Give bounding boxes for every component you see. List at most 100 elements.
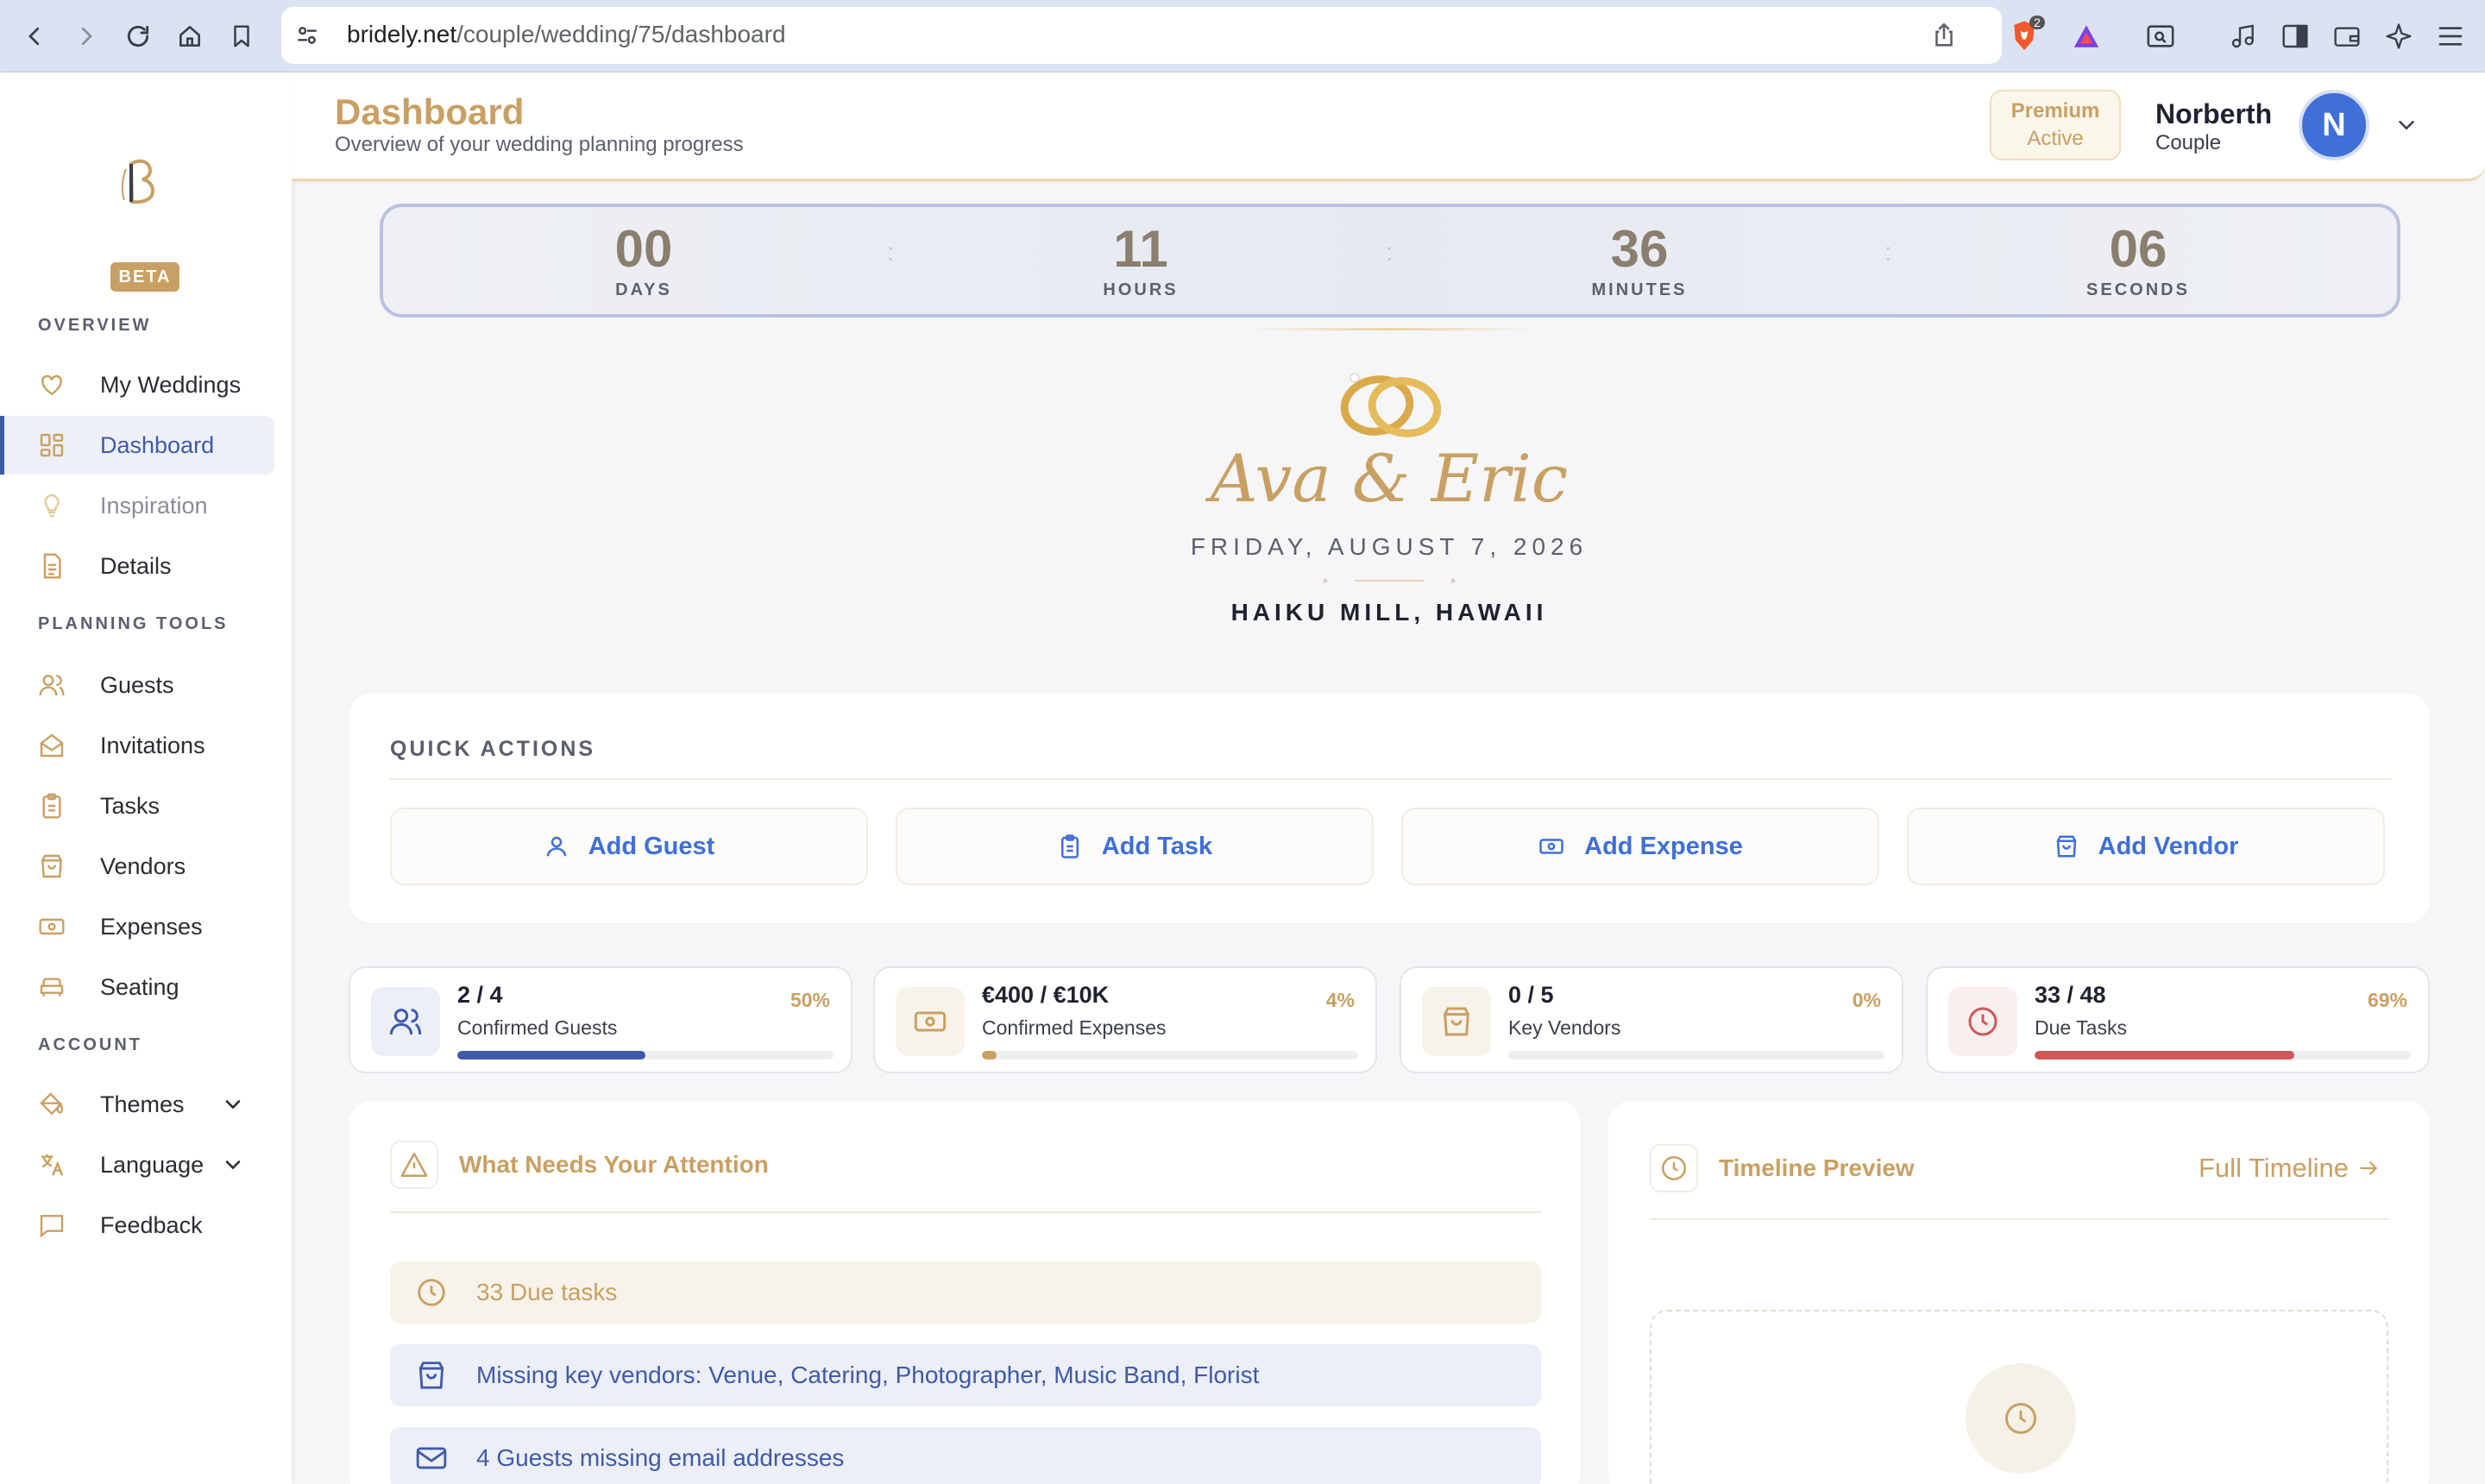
- sidebar-item-label: Feedback: [100, 1211, 203, 1238]
- wedding-venue: HAIKU MILL, HAWAII: [1230, 599, 1548, 626]
- attention-card: What Needs Your Attention 33 Due tasks M…: [349, 1101, 1581, 1484]
- bookmark-icon[interactable]: [223, 17, 261, 55]
- home-icon[interactable]: [171, 17, 209, 55]
- url-host: bridely.net: [347, 21, 457, 47]
- user-role: Couple: [2155, 131, 2222, 154]
- user-icon: [546, 836, 566, 857]
- music-icon[interactable]: [2224, 17, 2262, 55]
- add-expense-button[interactable]: Add Expense: [1401, 808, 1879, 885]
- add-task-button[interactable]: Add Task: [896, 808, 1374, 885]
- divider: [390, 1211, 1541, 1213]
- share-icon[interactable]: [1929, 21, 1959, 50]
- stat-percent: 4%: [1325, 989, 1355, 1011]
- sidebar-item-expenses[interactable]: Expenses: [0, 897, 274, 956]
- brave-rewards-icon[interactable]: [2067, 17, 2105, 55]
- chevron-down-icon[interactable]: [221, 1153, 245, 1177]
- countdown-separator: :: [1884, 238, 1892, 267]
- sidebar-toggle-icon[interactable]: [2276, 17, 2314, 55]
- attention-title: What Needs Your Attention: [459, 1151, 769, 1178]
- reader-icon[interactable]: [2142, 17, 2180, 55]
- stat-card-vendors[interactable]: 0 / 5 Key Vendors 0%: [1400, 966, 1903, 1073]
- avatar[interactable]: N: [2299, 90, 2369, 160]
- timeline-title: Timeline Preview: [1719, 1154, 1915, 1181]
- progress-fill: [2035, 1051, 2294, 1060]
- premium-label: Premium: [2010, 99, 2100, 123]
- sidebar-item-vendors[interactable]: Vendors: [0, 837, 274, 896]
- heart-icon: [36, 369, 67, 400]
- url-text[interactable]: bridely.net/couple/wedding/75/dashboard: [347, 21, 786, 48]
- stat-value: 0 / 5: [1508, 982, 1554, 1008]
- timeline-empty-state: [1650, 1310, 2388, 1484]
- brave-shields-icon[interactable]: 2: [2005, 16, 2045, 55]
- alert-missing-emails[interactable]: 4 Guests missing email addresses: [390, 1427, 1541, 1484]
- sidebar-item-my-weddings[interactable]: My Weddings: [0, 355, 274, 414]
- sidebar-item-label: Seating: [100, 973, 179, 1000]
- sidebar-item-label: Details: [100, 552, 172, 579]
- countdown-seconds: 06 SECONDS: [2009, 219, 2268, 300]
- shopping-bag-icon: [414, 1358, 449, 1393]
- sidebar-item-language[interactable]: Language: [0, 1135, 274, 1194]
- sidebar-item-label: Tasks: [100, 792, 160, 819]
- stat-card-tasks[interactable]: 33 / 48 Due Tasks 69%: [1926, 966, 2430, 1073]
- sidebar-item-details[interactable]: Details: [0, 537, 274, 595]
- alert-missing-vendors[interactable]: Missing key vendors: Venue, Catering, Ph…: [390, 1344, 1541, 1406]
- clipboard-icon: [1060, 834, 1079, 858]
- premium-status-badge[interactable]: Premium Active: [1990, 90, 2121, 160]
- menu-icon[interactable]: [2432, 17, 2469, 55]
- sidebar-item-dashboard[interactable]: Dashboard: [0, 416, 274, 475]
- countdown-minutes-value: 36: [1610, 220, 1669, 278]
- countdown-separator: :: [1386, 238, 1393, 267]
- stat-label: Confirmed Expenses: [982, 1016, 1167, 1039]
- sidebar-item-seating[interactable]: Seating: [0, 958, 274, 1016]
- couple-names: Ava & Eric: [1210, 440, 1569, 517]
- sidebar-item-themes[interactable]: Themes: [0, 1075, 274, 1134]
- sofa-icon: [36, 972, 67, 1003]
- alert-due-tasks[interactable]: 33 Due tasks: [390, 1261, 1541, 1324]
- alert-triangle-icon: [390, 1141, 438, 1189]
- stat-label: Key Vendors: [1508, 1016, 1621, 1039]
- stat-card-guests[interactable]: 2 / 4 Confirmed Guests 50%: [349, 966, 852, 1073]
- countdown-minutes-label: MINUTES: [1591, 280, 1688, 299]
- countdown-days-value: 00: [614, 220, 673, 278]
- divider: [390, 778, 2392, 780]
- countdown-timer: 00 DAYS : 11 HOURS : 36 MINUTES : 06 SEC…: [380, 204, 2400, 318]
- section-overview: OVERVIEW: [38, 316, 152, 335]
- countdown-seconds-value: 06: [2109, 220, 2167, 278]
- sidebar-item-inspiration[interactable]: Inspiration: [0, 476, 274, 535]
- stat-value: €400 / €10K: [982, 982, 1110, 1008]
- chevron-down-icon[interactable]: [221, 1092, 245, 1116]
- countdown-seconds-label: SECONDS: [2086, 280, 2190, 299]
- clock-icon: [1948, 987, 2017, 1056]
- wedding-rings-icon: [1340, 373, 1442, 437]
- sidebar-item-feedback[interactable]: Feedback: [0, 1196, 274, 1254]
- sidebar-item-tasks[interactable]: Tasks: [0, 777, 274, 835]
- address-bar[interactable]: bridely.net/couple/wedding/75/dashboard: [281, 7, 2002, 64]
- sidebar-item-invitations[interactable]: Invitations: [0, 716, 274, 775]
- add-guest-button[interactable]: Add Guest: [390, 808, 868, 885]
- stat-card-expenses[interactable]: €400 / €10K Confirmed Expenses 4%: [873, 966, 1377, 1073]
- add-task-label: Add Task: [1101, 832, 1213, 860]
- reload-icon[interactable]: [119, 17, 157, 55]
- page-header: Dashboard Overview of your wedding plann…: [292, 72, 2485, 181]
- clock-icon: [414, 1275, 449, 1310]
- countdown-minutes: 36 MINUTES: [1510, 219, 1769, 300]
- clipboard-icon: [36, 790, 67, 821]
- back-icon[interactable]: [16, 17, 53, 55]
- chevron-down-icon[interactable]: [2394, 112, 2419, 138]
- sidebar-item-label: Guests: [100, 671, 174, 698]
- progress-fill: [982, 1051, 997, 1060]
- users-icon: [36, 670, 67, 701]
- add-vendor-button[interactable]: Add Vendor: [1907, 808, 2385, 885]
- sidebar-item-guests[interactable]: Guests: [0, 656, 274, 714]
- forward-icon[interactable]: [67, 17, 105, 55]
- wallet-icon[interactable]: [2328, 17, 2366, 55]
- section-planning-tools: PLANNING TOOLS: [38, 614, 229, 633]
- full-timeline-link[interactable]: Full Timeline: [2199, 1153, 2380, 1184]
- banknote-icon: [36, 911, 67, 942]
- leo-ai-icon[interactable]: [2380, 17, 2418, 55]
- users-icon: [371, 987, 440, 1056]
- site-settings-icon[interactable]: [293, 22, 321, 49]
- alert-text: 4 Guests missing email addresses: [476, 1444, 845, 1471]
- paint-bucket-icon: [36, 1089, 67, 1120]
- stat-percent: 50%: [790, 989, 830, 1011]
